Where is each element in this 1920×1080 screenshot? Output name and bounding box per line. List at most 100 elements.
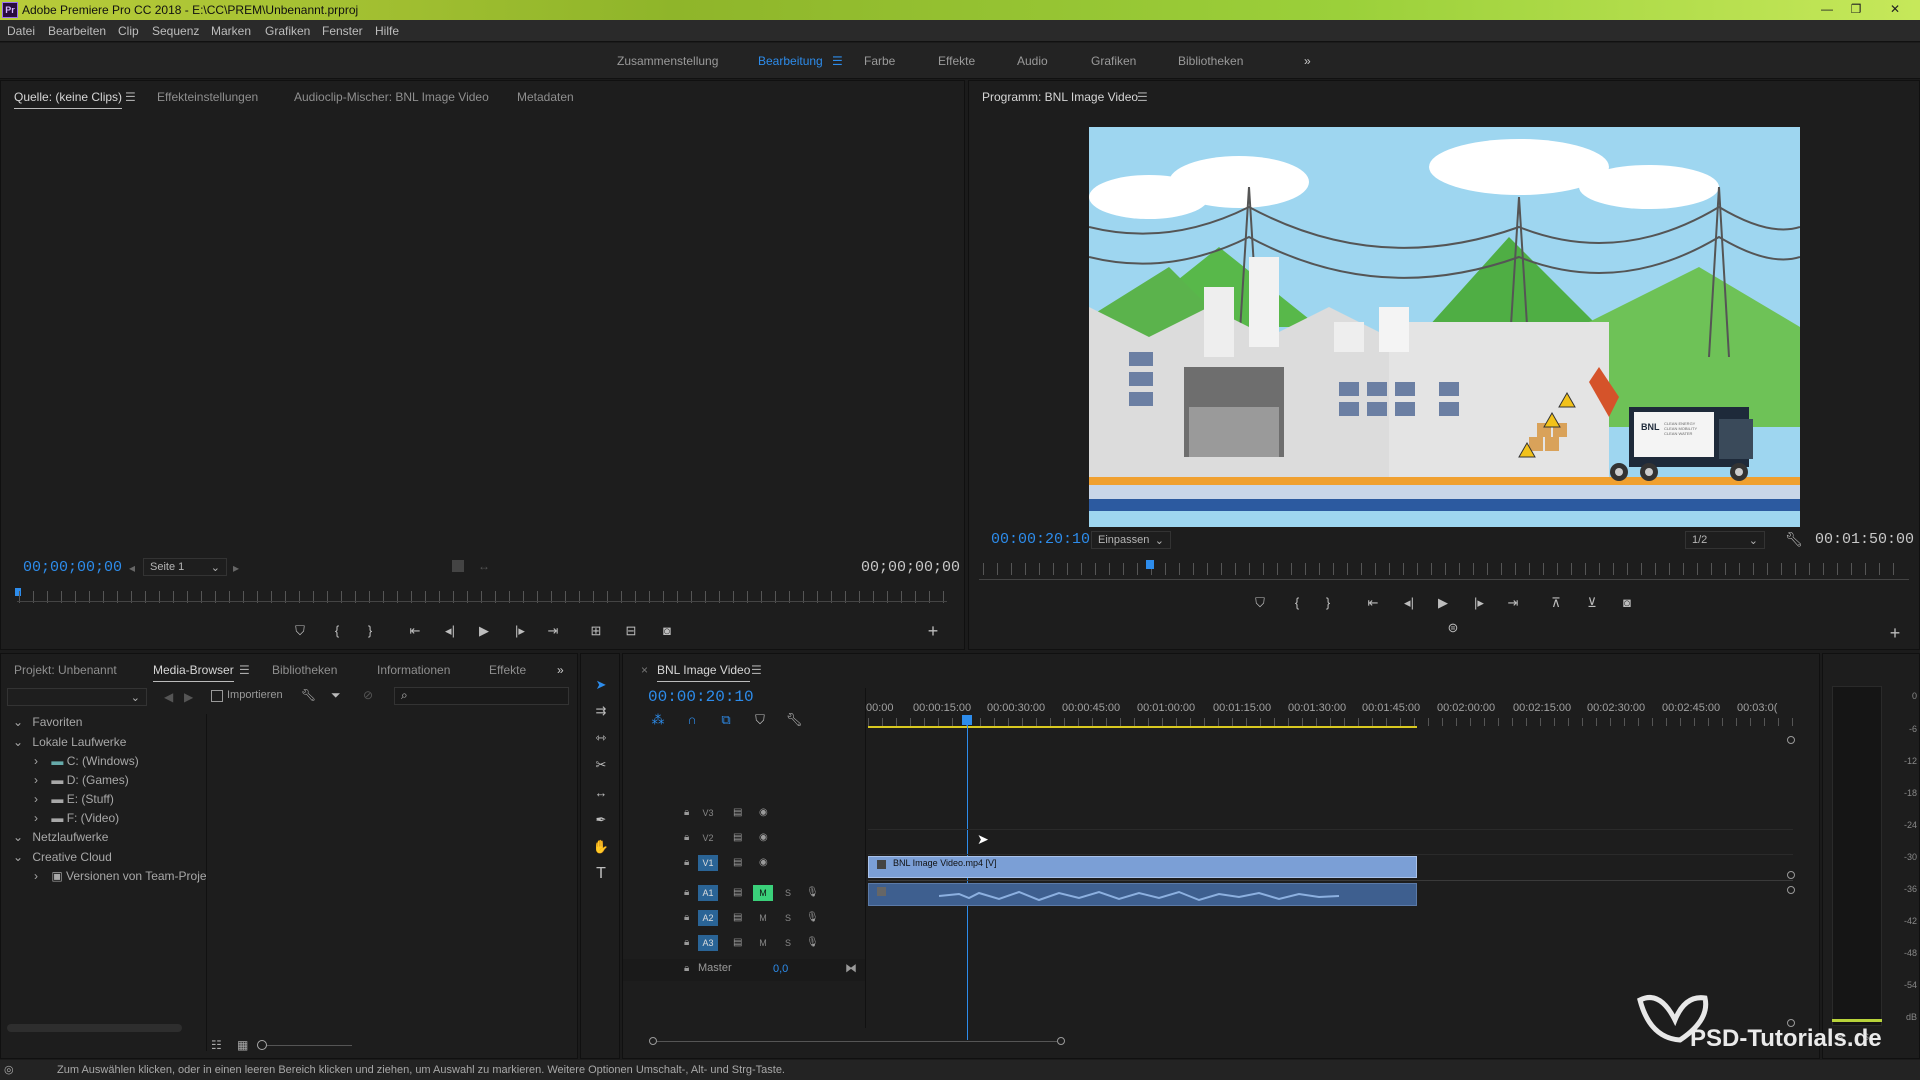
tab-libraries[interactable]: Bibliotheken	[272, 663, 337, 677]
linked-selection-icon[interactable]: ⧉	[717, 711, 735, 729]
mark-out-icon[interactable]: }	[1319, 594, 1337, 612]
lift-icon[interactable]: ⊼	[1547, 594, 1565, 612]
track-v2[interactable]: V2	[698, 830, 718, 846]
master-link-icon[interactable]: ⧓	[845, 961, 857, 975]
selection-tool-icon[interactable]: ➤	[592, 676, 610, 694]
search-input[interactable]	[394, 687, 569, 705]
safe-margin-icon[interactable]	[452, 560, 464, 572]
minimize-button[interactable]: —	[1816, 1, 1838, 17]
tab-project[interactable]: Projekt: Unbenannt	[14, 663, 117, 677]
filter-icon[interactable]: ⏷	[331, 688, 341, 703]
solo-a3-button[interactable]: S	[778, 935, 798, 951]
program-video-frame[interactable]: BNL CLEAN ENERGY CLEAN MOBILITY CLEAN WA…	[1089, 127, 1800, 527]
program-ruler[interactable]	[983, 563, 1903, 575]
scroll-handle[interactable]	[1787, 886, 1795, 894]
lock-icon[interactable]: 🔒︎	[684, 887, 689, 898]
program-timecode[interactable]: 00:00:20:10	[991, 531, 1090, 548]
eye-icon[interactable]: ◉	[759, 857, 768, 868]
export-frame-icon[interactable]: ◙	[658, 622, 676, 640]
page-prev-icon[interactable]: ◂	[129, 561, 135, 575]
hscroll-end-handle[interactable]	[1057, 1037, 1065, 1045]
workspace-menu-icon[interactable]: ☰	[832, 54, 843, 68]
timeline-settings-icon[interactable]: 🔧︎	[785, 711, 803, 729]
lock-icon[interactable]: 🔒︎	[684, 963, 689, 974]
go-to-in-icon[interactable]: ⇤	[406, 622, 424, 640]
tab-sequence[interactable]: BNL Image Video	[657, 663, 751, 682]
menu-grafiken[interactable]: Grafiken	[265, 24, 310, 38]
more-workspaces-icon[interactable]: »	[1304, 54, 1311, 68]
timeline-playhead-handle[interactable]	[962, 715, 972, 725]
workspace-effekte[interactable]: Effekte	[938, 54, 975, 68]
add-marker-icon[interactable]: ⛉	[1251, 594, 1269, 612]
sync-lock-icon[interactable]: ▤	[733, 832, 742, 843]
sync-lock-icon[interactable]: ▤	[733, 887, 742, 898]
menu-hilfe[interactable]: Hilfe	[375, 24, 399, 38]
list-view-icon[interactable]: ☷	[211, 1038, 222, 1052]
nest-icon[interactable]: ⁂	[649, 711, 667, 729]
menu-fenster[interactable]: Fenster	[322, 24, 363, 38]
mark-in-icon[interactable]: {	[328, 622, 346, 640]
play-icon[interactable]: ▶	[475, 622, 493, 640]
workspace-audio[interactable]: Audio	[1017, 54, 1048, 68]
track-a3[interactable]: A3	[698, 935, 718, 951]
close-sequence-icon[interactable]: ×	[641, 663, 648, 677]
mute-a1-button[interactable]: M	[753, 885, 773, 901]
maximize-button[interactable]: ❐	[1845, 1, 1867, 17]
lock-icon[interactable]: 🔒︎	[684, 832, 689, 843]
tree-netzlaufwerke[interactable]: ⌄ Netzlaufwerke	[13, 830, 108, 844]
ripple-edit-tool-icon[interactable]: ⇿	[592, 729, 610, 747]
import-checkbox[interactable]	[211, 690, 223, 702]
menu-clip[interactable]: Clip	[118, 24, 139, 38]
icon-view-icon[interactable]: ▦	[237, 1038, 248, 1052]
track-v3[interactable]: V3	[698, 805, 718, 821]
tree-drive-f[interactable]: › ▬ F: (Video)	[34, 811, 119, 825]
slip-tool-icon[interactable]: ↔	[592, 784, 610, 802]
pen-tool-icon[interactable]: ✒	[592, 811, 610, 829]
work-area-bar[interactable]	[868, 726, 1417, 728]
tree-favoriten[interactable]: ⌄ Favoriten	[13, 715, 82, 729]
back-arrow-icon[interactable]: ◀	[164, 690, 173, 704]
sync-lock-icon[interactable]: ▤	[733, 912, 742, 923]
go-to-out-icon[interactable]: ⇥	[1504, 594, 1522, 612]
page-next-icon[interactable]: ▸	[233, 561, 239, 575]
sync-lock-icon[interactable]: ▤	[733, 857, 742, 868]
wrench-icon[interactable]: 🔧︎	[301, 688, 316, 702]
workspace-zusammenstellung[interactable]: Zusammenstellung	[617, 54, 718, 68]
program-scroll-track[interactable]	[979, 579, 1909, 580]
resolution-select[interactable]: 1/2 ⌄	[1685, 531, 1765, 549]
path-select[interactable]: ⌄	[7, 688, 147, 706]
video-clip[interactable]: BNL Image Video.mp4 [V]	[868, 856, 1417, 878]
add-marker-icon[interactable]: ⛉	[291, 622, 309, 640]
more-tabs-icon[interactable]: »	[557, 663, 564, 677]
tab-program[interactable]: Programm: BNL Image Video	[982, 90, 1138, 104]
audio-clip[interactable]	[868, 883, 1417, 906]
sync-lock-icon[interactable]: ▤	[733, 807, 742, 818]
tab-source-menu-icon[interactable]: ☰	[125, 90, 136, 104]
eye-icon[interactable]: ◉	[759, 807, 768, 818]
insert-icon[interactable]: ⊞	[587, 622, 605, 640]
export-frame-icon[interactable]: ◙	[1618, 594, 1636, 612]
fit-select[interactable]: Einpassen ⌄	[1091, 531, 1171, 549]
tree-creative-cloud[interactable]: ⌄ Creative Cloud	[13, 850, 112, 864]
menu-bearbeiten[interactable]: Bearbeiten	[48, 24, 106, 38]
hscroll-start-handle[interactable]	[649, 1037, 657, 1045]
view-icon[interactable]: ⊘	[363, 688, 373, 702]
workspace-grafiken[interactable]: Grafiken	[1091, 54, 1136, 68]
extract-icon[interactable]: ⊻	[1583, 594, 1601, 612]
tab-effects[interactable]: Effekte	[489, 663, 526, 677]
workspace-bearbeitung[interactable]: Bearbeitung	[758, 54, 823, 68]
source-timecode[interactable]: 00;00;00;00	[23, 559, 122, 576]
mark-in-icon[interactable]: {	[1288, 594, 1306, 612]
tab-source[interactable]: Quelle: (keine Clips)	[14, 90, 123, 109]
step-back-icon[interactable]: ◂|	[441, 622, 459, 640]
go-to-out-icon[interactable]: ⇥	[544, 622, 562, 640]
workspace-farbe[interactable]: Farbe	[864, 54, 895, 68]
hand-tool-icon[interactable]: ✋	[592, 838, 610, 856]
overwrite-icon[interactable]: ⊟	[622, 622, 640, 640]
tree-team-projects[interactable]: › ▣ Versionen von Team-Proje	[34, 869, 207, 883]
sync-lock-icon[interactable]: ▤	[733, 937, 742, 948]
tab-metadata[interactable]: Metadaten	[517, 90, 574, 104]
track-v1[interactable]: V1	[698, 855, 718, 871]
solo-a2-button[interactable]: S	[778, 910, 798, 926]
razor-tool-icon[interactable]: ✂	[592, 756, 610, 774]
